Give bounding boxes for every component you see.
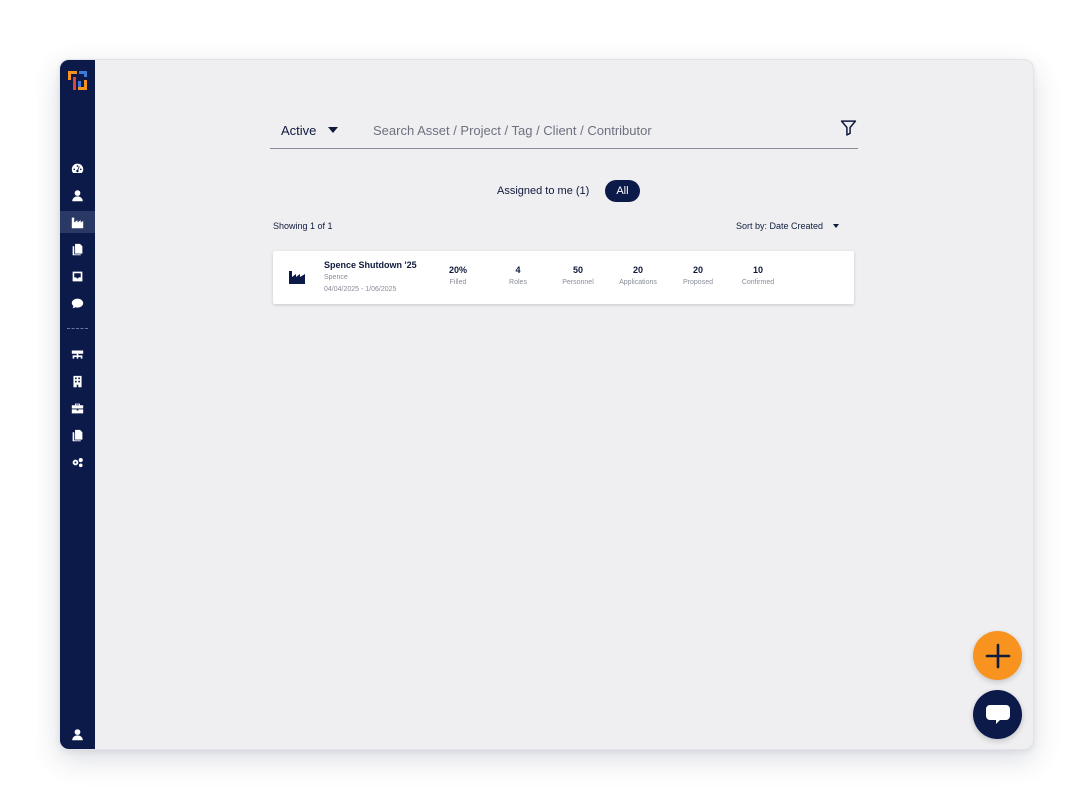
stat-value: 50 <box>572 265 583 275</box>
stat-label: Confirmed <box>741 279 775 286</box>
sidebar <box>60 60 95 749</box>
factory-icon <box>289 271 305 284</box>
stat-value: 20% <box>448 265 467 275</box>
stat-label: Roles <box>509 279 527 286</box>
sidebar-item-documents[interactable] <box>60 238 95 260</box>
stat-applications: 20 Applications <box>608 265 668 286</box>
sidebar-item-profile[interactable] <box>60 723 95 745</box>
caret-down-icon <box>833 224 840 228</box>
caret-down-icon <box>328 127 339 133</box>
app-logo-icon[interactable] <box>68 71 87 90</box>
sidebar-item-records[interactable] <box>60 424 95 446</box>
profile-icon <box>72 728 83 740</box>
stat-value: 4 <box>515 265 521 275</box>
stat-label: Applications <box>619 279 657 286</box>
stat-filled: 20% Filled <box>428 265 488 286</box>
inbox-icon <box>72 271 83 281</box>
project-dates: 04/04/2025 - 1/06/2025 <box>324 286 397 293</box>
stat-label: Personnel <box>562 279 594 286</box>
factory-icon <box>71 217 84 228</box>
documents-icon <box>72 243 83 255</box>
sidebar-item-equipment[interactable] <box>60 397 95 419</box>
documents-icon <box>72 429 83 441</box>
sidebar-item-buildings[interactable] <box>60 370 95 392</box>
search-input[interactable] <box>373 118 813 142</box>
sidebar-divider <box>67 328 88 329</box>
assigned-to-me-toggle[interactable]: Assigned to me (1) <box>487 180 599 202</box>
sort-dropdown[interactable]: Sort by: Date Created <box>736 221 840 231</box>
project-card[interactable]: Spence Shutdown '25 Spence 04/04/2025 - … <box>273 251 854 304</box>
settings-icon <box>72 457 83 467</box>
stat-label: Filled <box>449 279 467 286</box>
stat-personnel: 50 Personnel <box>548 265 608 286</box>
chat-button[interactable] <box>973 690 1022 739</box>
filter-icon <box>840 119 856 136</box>
building-icon <box>73 375 82 387</box>
dashboard-icon <box>71 163 84 173</box>
sidebar-item-inbox[interactable] <box>60 265 95 287</box>
stat-value: 10 <box>752 265 763 275</box>
user-icon <box>72 189 83 201</box>
add-button[interactable] <box>973 631 1022 680</box>
sidebar-item-projects[interactable] <box>60 211 95 233</box>
main-content: Active Assigned to me (1) All Showing 1 … <box>95 60 1033 749</box>
sidebar-item-people[interactable] <box>60 184 95 206</box>
stat-roles: 4 Roles <box>488 265 548 286</box>
status-dropdown-label: Active <box>281 122 317 138</box>
chat-bubble-icon <box>985 704 1010 724</box>
sort-label: Sort by: Date Created <box>736 221 824 231</box>
results-count: Showing 1 of 1 <box>273 221 333 231</box>
status-dropdown[interactable]: Active <box>281 118 339 142</box>
stat-label: Proposed <box>683 279 713 286</box>
sidebar-item-dashboard[interactable] <box>60 157 95 179</box>
sidebar-item-messages[interactable] <box>60 292 95 314</box>
stat-value: 20 <box>692 265 703 275</box>
filter-button[interactable] <box>838 117 858 137</box>
all-toggle[interactable]: All <box>605 180 640 202</box>
sidebar-item-settings[interactable] <box>60 451 95 473</box>
stat-confirmed: 10 Confirmed <box>728 265 788 286</box>
plus-icon <box>985 643 1010 668</box>
assignment-toggle: Assigned to me (1) All <box>487 179 640 203</box>
project-title: Spence Shutdown '25 <box>324 260 417 270</box>
sidebar-item-org-chart[interactable] <box>60 343 95 365</box>
stat-value: 20 <box>632 265 643 275</box>
org-chart-icon <box>71 349 84 359</box>
project-client: Spence <box>324 274 348 281</box>
search-bar: Active <box>270 114 858 149</box>
app-window: Active Assigned to me (1) All Showing 1 … <box>59 59 1034 750</box>
toolbox-icon <box>71 403 84 413</box>
stat-proposed: 20 Proposed <box>668 265 728 286</box>
chat-icon <box>71 298 84 308</box>
